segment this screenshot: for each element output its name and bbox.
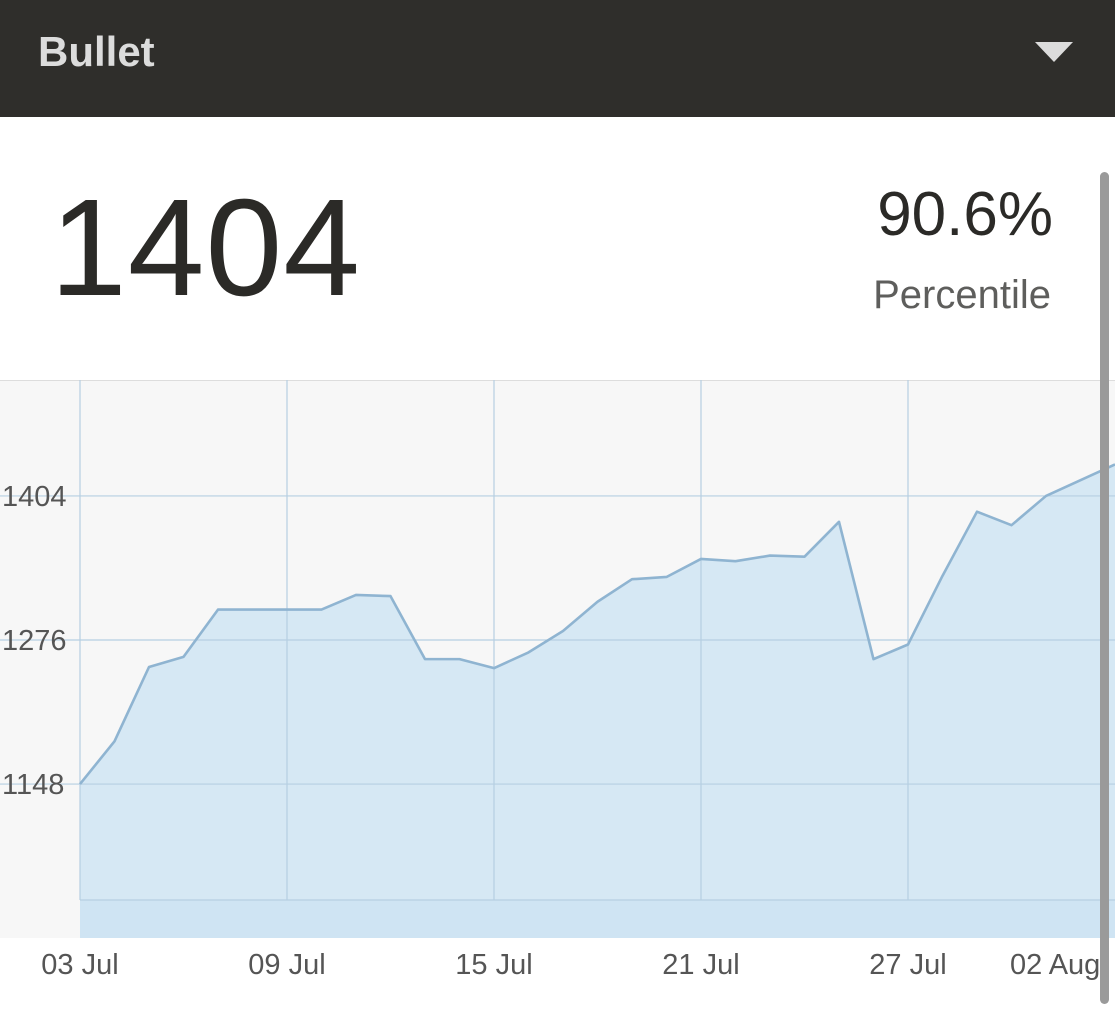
plot-bottom-band [80, 900, 1115, 938]
app-header: Bullet [0, 0, 1115, 117]
x-tick-label: 15 Jul [455, 949, 532, 981]
page-title: Bullet [38, 28, 155, 75]
x-tick-label: 02 Aug [1010, 949, 1100, 981]
rating-chart: 1148 1276 1404 03 Jul 09 Jul 15 Jul 21 Jul 27 J… [0, 380, 1115, 1004]
current-rating: 1404 [50, 171, 361, 325]
y-tick-label: 1276 [2, 625, 67, 657]
y-tick-label: 1404 [2, 481, 67, 513]
x-tick-label: 03 Jul [41, 949, 118, 981]
x-tick-label: 21 Jul [662, 949, 739, 981]
x-tick-label: 27 Jul [869, 949, 946, 981]
vertical-scrollbar[interactable] [1100, 172, 1109, 1004]
percentile-label: Percentile [873, 273, 1051, 317]
y-tick-label: 1148 [2, 769, 64, 801]
triangle-down-icon [1035, 42, 1073, 62]
dropdown-button[interactable] [1023, 30, 1083, 74]
percentile-value: 90.6% [877, 180, 1053, 249]
x-tick-label: 09 Jul [248, 949, 325, 981]
